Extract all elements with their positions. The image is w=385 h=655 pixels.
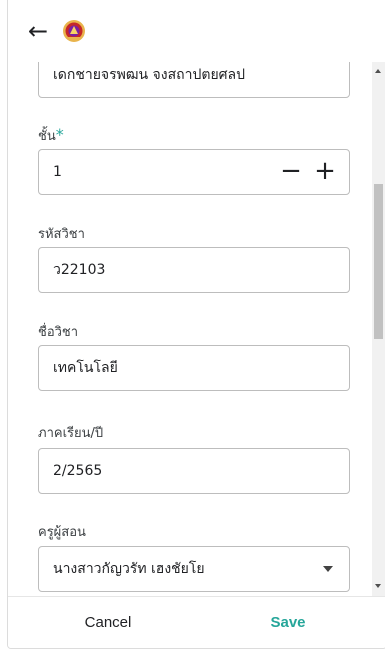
minus-icon[interactable]: − [277, 156, 305, 188]
save-button[interactable]: Save [248, 597, 328, 648]
term-field[interactable]: 2/2565 [38, 448, 350, 494]
term-value: 2/2565 [53, 463, 103, 479]
scrollbar-thumb[interactable] [374, 184, 383, 339]
grade-value: 1 [53, 164, 62, 180]
top-bar: ← [8, 0, 385, 62]
subject-name-field[interactable]: เทคโนโลยี [38, 345, 350, 391]
required-mark: * [55, 125, 64, 144]
school-logo [61, 18, 87, 44]
teacher-value: นางสาวกัญวรัท เฮงชัยโย [53, 561, 205, 577]
scrollbar[interactable] [372, 62, 385, 596]
subject-name-value: เทคโนโลยี [53, 360, 118, 376]
grade-label: ชั้น* [38, 125, 64, 144]
cancel-button[interactable]: Cancel [68, 597, 148, 648]
chevron-down-icon[interactable] [323, 566, 333, 572]
subject-code-field[interactable]: ว22103 [38, 247, 350, 293]
subject-code-label: รหัสวิชา [38, 227, 85, 242]
subject-name-label: ชื่อวิชา [38, 325, 79, 340]
arrow-left-icon[interactable]: ← [28, 18, 54, 44]
teacher-label: ครูผู้สอน [38, 525, 86, 540]
term-label: ภาคเรียน/ปี [38, 426, 104, 441]
form-scroll-area[interactable]: เดกชายจรพฒน จงสถาปตยศลป ชั้น* 1 − + รหัส… [8, 52, 368, 596]
scroll-down-icon[interactable] [375, 584, 381, 588]
form-dialog: ← เดกชายจรพฒน จงสถาปตยศลป ชั้น* 1 − + รห… [7, 0, 385, 649]
scroll-up-icon[interactable] [375, 69, 381, 73]
teacher-select[interactable]: นางสาวกัญวรัท เฮงชัยโย [38, 546, 350, 592]
plus-icon[interactable]: + [311, 156, 339, 188]
dialog-footer: Cancel Save [8, 596, 385, 648]
grade-stepper[interactable]: 1 − + [38, 149, 350, 195]
subject-code-value: ว22103 [53, 262, 106, 278]
